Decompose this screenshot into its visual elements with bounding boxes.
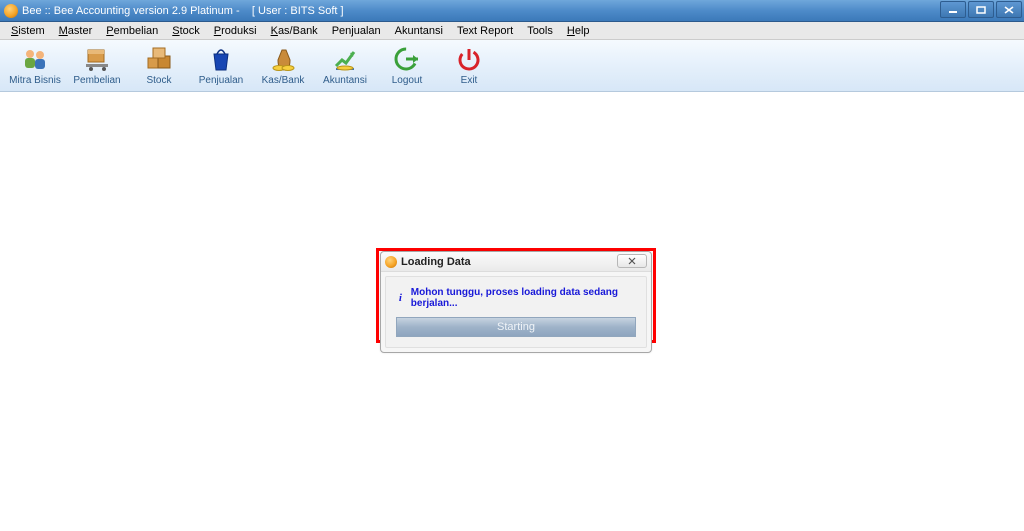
dialog-message: Mohon tunggu, proses loading data sedang… — [411, 287, 636, 309]
minimize-button[interactable] — [940, 1, 966, 18]
menu-pembelian[interactable]: Pembelian — [99, 24, 165, 38]
tool-label: Penjualan — [199, 75, 243, 86]
menu-textreport[interactable]: Text Report — [450, 24, 520, 38]
tool-label: Stock — [146, 75, 171, 86]
tool-label: Kas/Bank — [262, 75, 305, 86]
boxes-icon — [144, 45, 174, 73]
maximize-button[interactable] — [968, 1, 994, 18]
menu-produksi[interactable]: Produksi — [207, 24, 264, 38]
tool-exit[interactable]: Exit — [438, 40, 500, 91]
tool-penjualan[interactable]: Penjualan — [190, 40, 252, 91]
money-bag-icon — [268, 45, 298, 73]
app-icon — [4, 4, 18, 18]
main-content: Loading Data i Mohon tunggu, proses load… — [0, 92, 1024, 531]
tool-label: Mitra Bisnis — [9, 75, 61, 86]
chart-up-icon — [330, 45, 360, 73]
menu-help[interactable]: Help — [560, 24, 597, 38]
progress-bar: Starting — [396, 317, 636, 337]
dialog-body: i Mohon tunggu, proses loading data seda… — [385, 276, 647, 348]
tool-pembelian[interactable]: Pembelian — [66, 40, 128, 91]
people-icon — [20, 45, 50, 73]
info-icon: i — [396, 293, 405, 303]
menu-penjualan[interactable]: Penjualan — [325, 24, 388, 38]
tool-label: Pembelian — [73, 75, 120, 86]
maximize-icon — [976, 6, 986, 14]
menu-kasbank[interactable]: Kas/Bank — [264, 24, 325, 38]
box-cart-icon — [82, 45, 112, 73]
close-icon — [1004, 6, 1014, 14]
power-icon — [454, 45, 484, 73]
dialog-titlebar: Loading Data — [381, 252, 651, 272]
dialog-title: Loading Data — [401, 256, 471, 268]
tool-label: Akuntansi — [323, 75, 367, 86]
tool-akuntansi[interactable]: Akuntansi — [314, 40, 376, 91]
minimize-icon — [948, 6, 958, 14]
tool-logout[interactable]: Logout — [376, 40, 438, 91]
shopping-bag-icon — [206, 45, 236, 73]
menu-akuntansi[interactable]: Akuntansi — [388, 24, 450, 38]
close-button[interactable] — [996, 1, 1022, 18]
tool-kas-bank[interactable]: Kas/Bank — [252, 40, 314, 91]
dialog-close-button[interactable] — [617, 254, 647, 268]
toolbar: Mitra Bisnis Pembelian Stock Penjualan Kas/B… — [0, 40, 1024, 92]
window-titlebar: Bee :: Bee Accounting version 2.9 Platin… — [0, 0, 1024, 22]
menu-sistem[interactable]: Sistem — [4, 24, 52, 38]
window-controls — [940, 1, 1022, 18]
tool-label: Exit — [461, 75, 478, 86]
dialog-message-row: i Mohon tunggu, proses loading data seda… — [396, 287, 636, 309]
window-title: Bee :: Bee Accounting version 2.9 Platin… — [22, 5, 344, 17]
menu-tools[interactable]: Tools — [520, 24, 560, 38]
loading-dialog: Loading Data i Mohon tunggu, proses load… — [380, 251, 652, 353]
tool-mitra-bisnis[interactable]: Mitra Bisnis — [4, 40, 66, 91]
close-icon — [624, 257, 640, 265]
progress-text: Starting — [497, 321, 535, 333]
menu-master[interactable]: Master — [52, 24, 100, 38]
tool-stock[interactable]: Stock — [128, 40, 190, 91]
menubar: SistemMasterPembelianStockProduksiKas/Ba… — [0, 22, 1024, 40]
logout-icon — [392, 45, 422, 73]
menu-stock[interactable]: Stock — [165, 24, 207, 38]
dialog-app-icon — [385, 256, 397, 268]
tool-label: Logout — [392, 75, 423, 86]
